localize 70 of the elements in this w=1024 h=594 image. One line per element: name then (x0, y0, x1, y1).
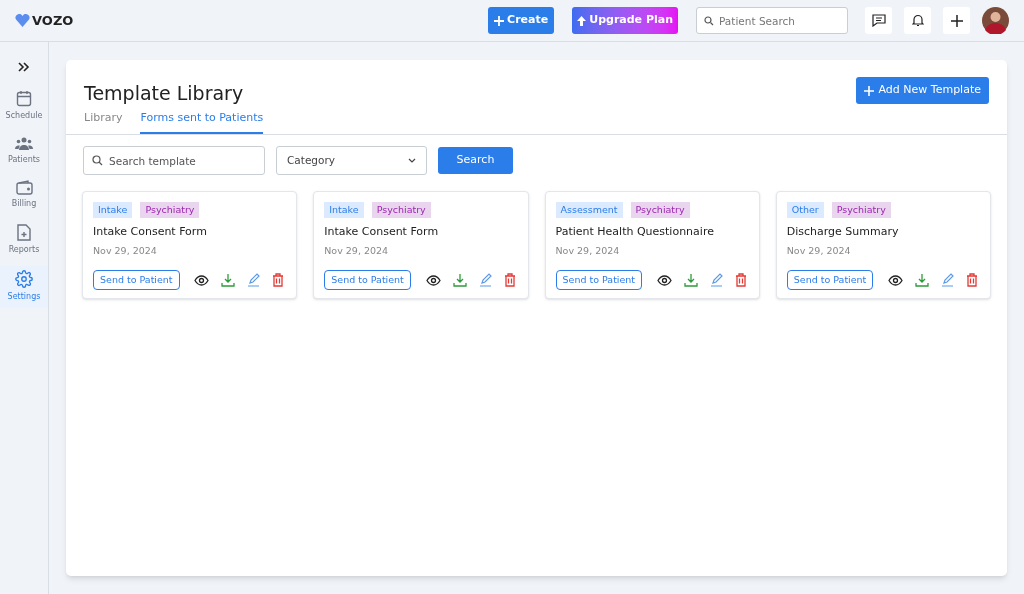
sidebar-item[interactable]: Settings (0, 266, 48, 307)
tag: Intake (93, 202, 133, 219)
send-to-patient-button[interactable]: Send to Patient (786, 270, 874, 290)
template-date: Nov 29, 2024 (93, 243, 158, 258)
sidebar-item[interactable]: Reports (0, 220, 48, 260)
template-date: Nov 29, 2024 (324, 243, 390, 258)
eye-icon[interactable] (656, 274, 672, 286)
template-date: Nov 29, 2024 (555, 243, 621, 258)
download-icon[interactable] (452, 273, 467, 287)
add-new-template-button[interactable]: Add New Template (855, 77, 989, 104)
eye-icon[interactable] (194, 274, 210, 286)
send-to-patient-button[interactable]: Send to Patient (555, 270, 643, 290)
plus-icon (950, 14, 963, 27)
send-to-patient-button[interactable]: Send to Patient (93, 270, 180, 290)
chat-icon (871, 14, 886, 27)
tag: Psychiatry (140, 202, 200, 219)
template-date: Nov 29, 2024 (786, 243, 852, 258)
notifications-button[interactable] (904, 7, 931, 34)
document-plus-icon (17, 224, 31, 241)
heart-logo-icon (15, 14, 30, 27)
search-template-field[interactable]: Search template (83, 146, 265, 175)
plus-icon (494, 15, 505, 26)
tab[interactable]: Forms sent to Patients (140, 109, 264, 134)
tag: Intake (324, 202, 364, 219)
tag: Psychiatry (630, 202, 690, 219)
calendar-icon (16, 90, 32, 107)
trash-icon[interactable] (734, 273, 747, 287)
people-icon (15, 136, 33, 151)
patient-search-field[interactable]: Patient Search (696, 7, 848, 34)
template-name: Intake Consent Form (324, 224, 440, 241)
sidebar-item[interactable]: Schedule (0, 86, 48, 126)
pencil-icon[interactable] (941, 273, 954, 287)
logo-text: VOZO (32, 11, 74, 30)
avatar[interactable] (982, 7, 1009, 34)
chevron-down-icon (408, 158, 416, 163)
tag: Psychiatry (831, 202, 891, 219)
trash-icon[interactable] (272, 273, 285, 287)
chat-button[interactable] (865, 7, 892, 34)
wallet-icon (15, 180, 33, 195)
send-to-patient-button[interactable]: Send to Patient (324, 270, 411, 290)
eye-icon[interactable] (425, 274, 441, 286)
arrow-up-icon (577, 15, 587, 26)
pencil-icon[interactable] (478, 273, 492, 287)
plus-icon (863, 85, 874, 96)
tab[interactable]: Library (84, 109, 123, 134)
add-button[interactable] (943, 7, 970, 34)
download-icon[interactable] (915, 273, 929, 287)
sidebar-item[interactable]: Billing (0, 176, 48, 214)
download-icon[interactable] (683, 273, 698, 287)
tag: Psychiatry (371, 202, 431, 219)
download-icon[interactable] (221, 273, 236, 287)
search-button[interactable]: Search (438, 147, 513, 174)
template-name: Intake Consent Form (93, 224, 208, 241)
create-button[interactable]: Create (488, 7, 555, 34)
settings-icon (15, 270, 33, 288)
eye-icon[interactable] (888, 274, 903, 286)
pencil-icon[interactable] (247, 273, 261, 287)
expand-icon[interactable] (18, 62, 30, 72)
tag: Assessment (555, 202, 623, 219)
template-name: Discharge Summary (786, 224, 900, 241)
template-name: Patient Health Questionnaire (555, 224, 715, 241)
pencil-icon[interactable] (709, 273, 723, 287)
page-title: Template Library (84, 81, 244, 106)
upgrade-plan-button[interactable]: Upgrade Plan (572, 7, 678, 34)
trash-icon[interactable] (503, 273, 516, 287)
bell-icon (911, 14, 924, 27)
trash-icon[interactable] (966, 273, 978, 287)
sidebar-item[interactable]: Patients (0, 132, 48, 170)
tag: Other (786, 202, 824, 219)
category-select[interactable]: Category (276, 146, 427, 175)
